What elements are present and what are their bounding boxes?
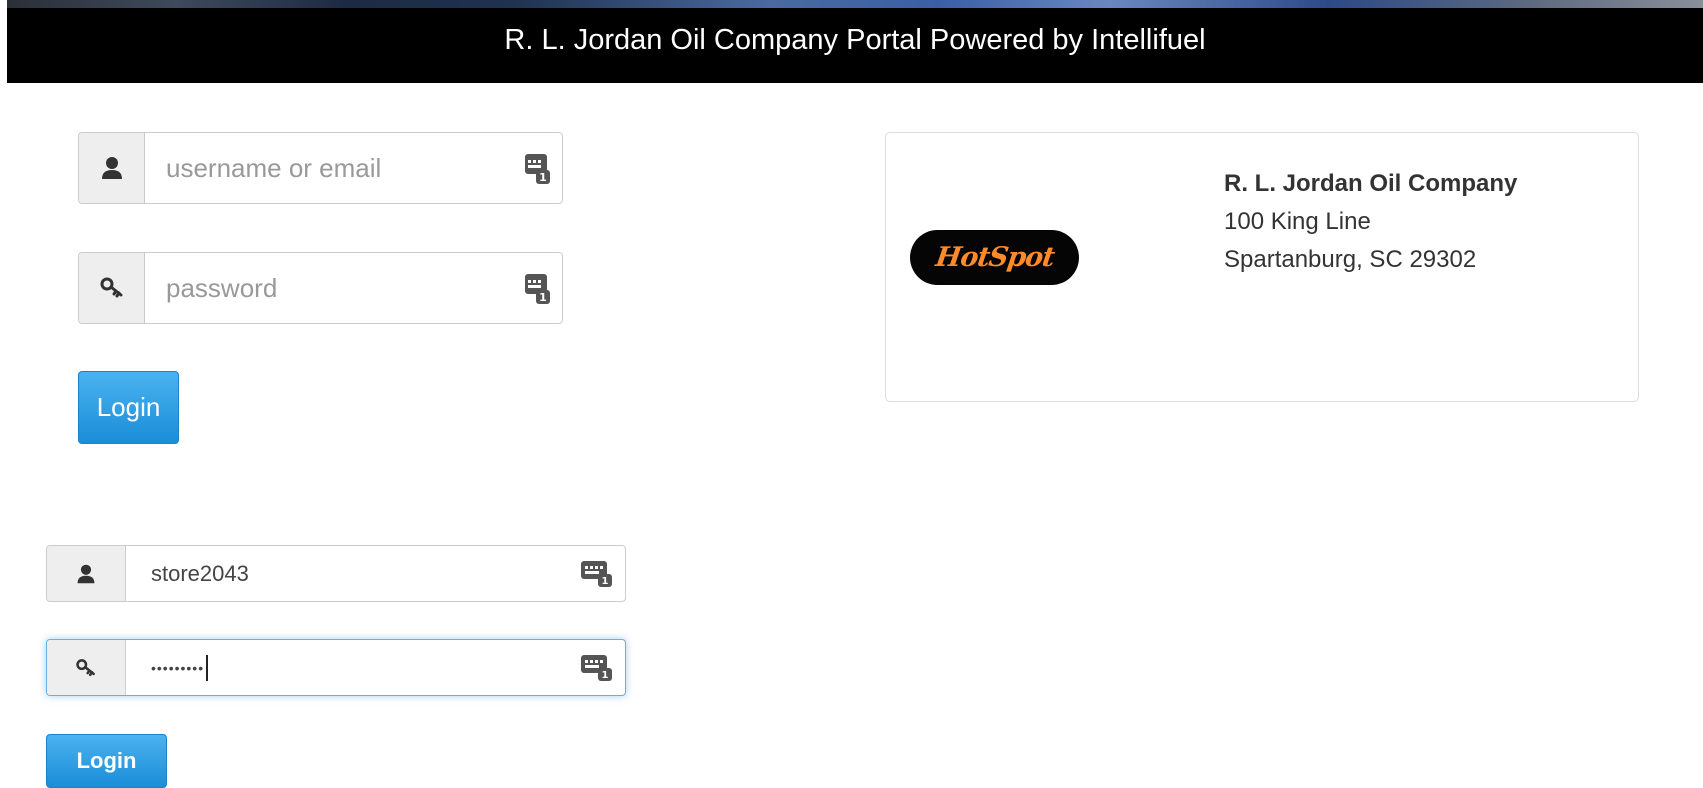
svg-text:1: 1 bbox=[602, 670, 609, 681]
login-button[interactable]: Login bbox=[78, 371, 179, 444]
keyboard-icon[interactable]: 1 bbox=[580, 654, 614, 682]
svg-text:1: 1 bbox=[539, 291, 547, 304]
username-input-group-filled: store2043 1 bbox=[46, 545, 626, 602]
password-input[interactable]: password 1 bbox=[145, 253, 562, 323]
login-button-secondary[interactable]: Login bbox=[46, 734, 167, 788]
company-info: R. L. Jordan Oil Company 100 King Line S… bbox=[1224, 165, 1517, 279]
username-input[interactable]: username or email 1 bbox=[145, 133, 562, 203]
page-title: R. L. Jordan Oil Company Portal Powered … bbox=[504, 24, 1206, 56]
text-cursor bbox=[206, 654, 209, 681]
password-placeholder: password bbox=[166, 272, 278, 303]
address-line-2: Spartanburg, SC 29302 bbox=[1224, 246, 1477, 273]
keyboard-icon[interactable]: 1 bbox=[524, 273, 552, 305]
keyboard-icon[interactable]: 1 bbox=[580, 560, 614, 588]
username-input-group: username or email 1 bbox=[78, 132, 563, 204]
username-placeholder: username or email bbox=[166, 152, 382, 183]
hotspot-logo: HotSpot bbox=[910, 230, 1079, 285]
username-input-filled[interactable]: store2043 1 bbox=[126, 546, 625, 601]
password-input-group: password 1 bbox=[78, 252, 563, 324]
username-addon bbox=[79, 133, 145, 203]
logo-text: HotSpot bbox=[933, 242, 1056, 273]
svg-text:1: 1 bbox=[602, 576, 609, 587]
svg-text:1: 1 bbox=[539, 171, 547, 184]
username-value: store2043 bbox=[151, 560, 249, 586]
header-banner: R. L. Jordan Oil Company Portal Powered … bbox=[7, 0, 1703, 83]
password-input-group-filled: ••••••••• 1 bbox=[46, 639, 626, 696]
password-input-filled[interactable]: ••••••••• 1 bbox=[126, 640, 625, 695]
password-addon bbox=[47, 640, 126, 695]
password-value: ••••••••• bbox=[151, 659, 205, 676]
address-line-1: 100 King Line bbox=[1224, 208, 1371, 235]
company-card: HotSpot R. L. Jordan Oil Company 100 Kin… bbox=[885, 132, 1639, 402]
user-icon bbox=[101, 157, 122, 179]
key-icon bbox=[76, 658, 95, 676]
password-addon bbox=[79, 253, 145, 323]
key-icon bbox=[100, 277, 122, 298]
header-background-image bbox=[7, 0, 1703, 8]
user-icon bbox=[77, 564, 95, 583]
company-name: R. L. Jordan Oil Company bbox=[1224, 170, 1518, 197]
keyboard-icon[interactable]: 1 bbox=[524, 153, 552, 185]
login-page: R. L. Jordan Oil Company Portal Powered … bbox=[0, 0, 1703, 788]
username-addon bbox=[47, 546, 126, 601]
